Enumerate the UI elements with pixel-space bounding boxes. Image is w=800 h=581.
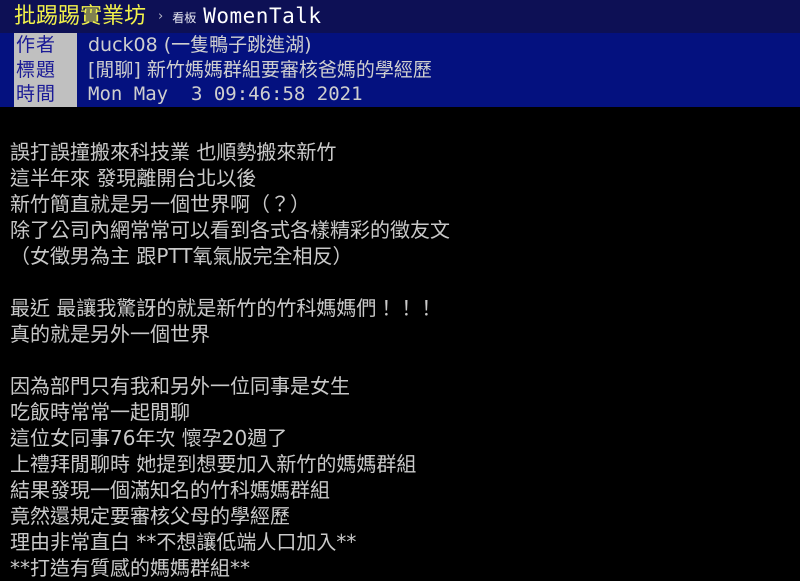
body-line: （女徵男為主 跟PTT氧氣版完全相反） [10, 244, 353, 268]
body-line: 上禮拜閒聊時 她提到想要加入新竹的媽媽群組 [10, 452, 417, 476]
body-line: 除了公司內網常常可以看到各式各樣精彩的徵友文 [10, 218, 450, 242]
body-line: 誤打誤撞搬來科技業 也順勢搬來新竹 [10, 140, 337, 164]
body-line: **打造有質感的媽媽群組** [10, 556, 250, 580]
body-line: 吃飯時常常一起閒聊 [10, 400, 190, 424]
body-line-blank [10, 347, 790, 373]
body-line-blank [10, 269, 790, 295]
meta-value-title: [閒聊] 新竹媽媽群組要審核爸媽的學經歷 [88, 58, 432, 81]
meta-key-author: 作者 [14, 33, 77, 58]
meta-row-time: 時間 Mon May 3 09:46:58 2021 [14, 82, 432, 107]
meta-value-author: duck08 (一隻鴨子跳進湖) [88, 34, 312, 56]
meta-row-title: 標題 [閒聊] 新竹媽媽群組要審核爸媽的學經歷 [14, 57, 432, 83]
breadcrumb-bar: 批踢踢實業坊 › 看板 WomenTalk [0, 0, 800, 33]
article-meta-rows: 作者 duck08 (一隻鴨子跳進湖) 標題 [閒聊] 新竹媽媽群組要審核爸媽的… [14, 33, 432, 107]
breadcrumb-separator-icon: › [158, 9, 164, 24]
meta-row-author: 作者 duck08 (一隻鴨子跳進湖) [14, 33, 432, 58]
body-line: 因為部門只有我和另外一位同事是女生 [10, 374, 350, 398]
meta-key-title: 標題 [14, 57, 77, 83]
article-meta-header: 作者 duck08 (一隻鴨子跳進湖) 標題 [閒聊] 新竹媽媽群組要審核爸媽的… [0, 33, 800, 107]
article-body: 誤打誤撞搬來科技業 也順勢搬來新竹 這半年來 發現離開台北以後 新竹簡直就是另一個世… [10, 139, 790, 581]
meta-key-time: 時間 [14, 82, 77, 107]
body-line: 這位女同事76年次 懷孕20週了 [10, 426, 288, 450]
board-name-link[interactable]: WomenTalk [203, 6, 321, 27]
body-line: 最近 最讓我驚訝的就是新竹的竹科媽媽們！！！ [10, 296, 437, 320]
meta-value-time: Mon May 3 09:46:58 2021 [88, 83, 363, 106]
body-line: 真的就是另外一個世界 [10, 322, 210, 346]
site-title[interactable]: 批踢踢實業坊 [14, 5, 146, 28]
board-label: 看板 [172, 10, 197, 25]
body-line: 竟然還規定要審核父母的學經歷 [10, 504, 290, 528]
body-line: 這半年來 發現離開台北以後 [10, 166, 257, 190]
body-line: 新竹簡直就是另一個世界啊（？） [10, 192, 310, 216]
body-line: 結果發現一個滿知名的竹科媽媽群組 [10, 478, 330, 502]
terminal-screen: 批踢踢實業坊 › 看板 WomenTalk 作者 duck08 (一隻鴨子跳進湖… [0, 0, 800, 580]
body-line: 理由非常直白 **不想讓低端人口加入** [10, 530, 357, 554]
